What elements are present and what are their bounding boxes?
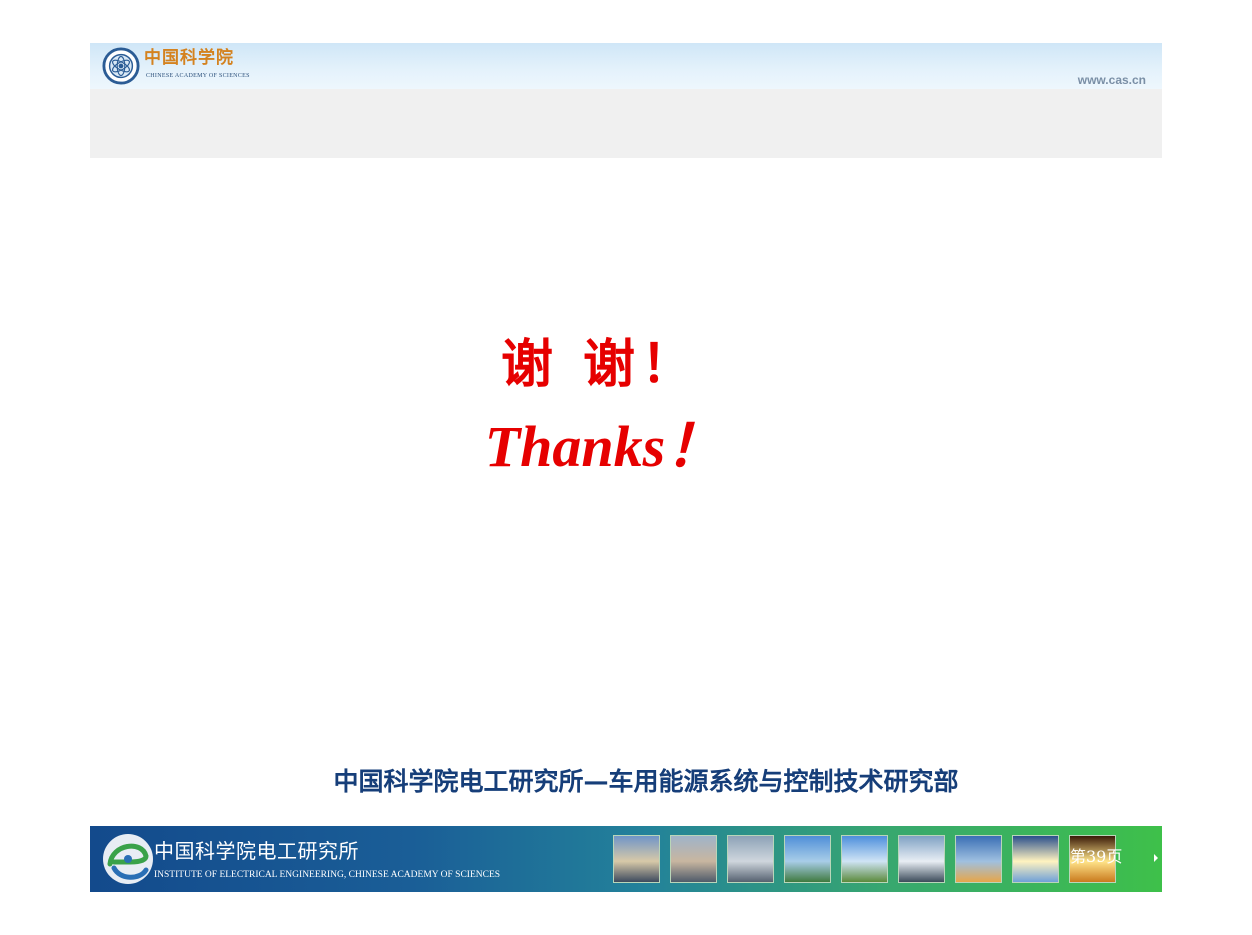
next-arrow-icon[interactable]: [1154, 854, 1158, 862]
dam-photo: [898, 835, 945, 883]
cas-name-en: CHINESE ACADEMY OF SCIENCES: [146, 73, 250, 79]
light-burst-photo: [1012, 835, 1059, 883]
bridge-photo: [613, 835, 660, 883]
satellite-dish-photo: [955, 835, 1002, 883]
cas-url[interactable]: www.cas.cn: [1078, 73, 1146, 87]
footer-bar: 中国科学院电工研究所 INSTITUTE OF ELECTRICAL ENGIN…: [90, 826, 1162, 892]
thanks-chinese: 谢 谢！: [500, 334, 700, 395]
institute-name-cn: 中国科学院电工研究所: [154, 839, 359, 863]
solar-array-photo: [727, 835, 774, 883]
department-title: 中国科学院电工研究所—车用能源系统与控制技术研究部: [333, 767, 959, 796]
header-top-bar: 中国科学院 CHINESE ACADEMY OF SCIENCES www.ca…: [90, 43, 1162, 89]
thanks-english: Thanks！: [484, 414, 724, 479]
iee-logo-icon: [103, 834, 153, 884]
institute-name-en: INSTITUTE OF ELECTRICAL ENGINEERING, CHI…: [154, 870, 501, 880]
cas-emblem-icon: [102, 47, 140, 85]
cas-name-cn: 中国科学院: [144, 48, 234, 68]
page-number: 第39页: [1070, 847, 1123, 866]
thumbnail-strip: [613, 835, 1116, 883]
header-band: 中国科学院 CHINESE ACADEMY OF SCIENCES www.ca…: [90, 43, 1162, 158]
stadium-photo: [670, 835, 717, 883]
transmission-lines-photo: [784, 835, 831, 883]
wind-turbines-photo: [841, 835, 888, 883]
